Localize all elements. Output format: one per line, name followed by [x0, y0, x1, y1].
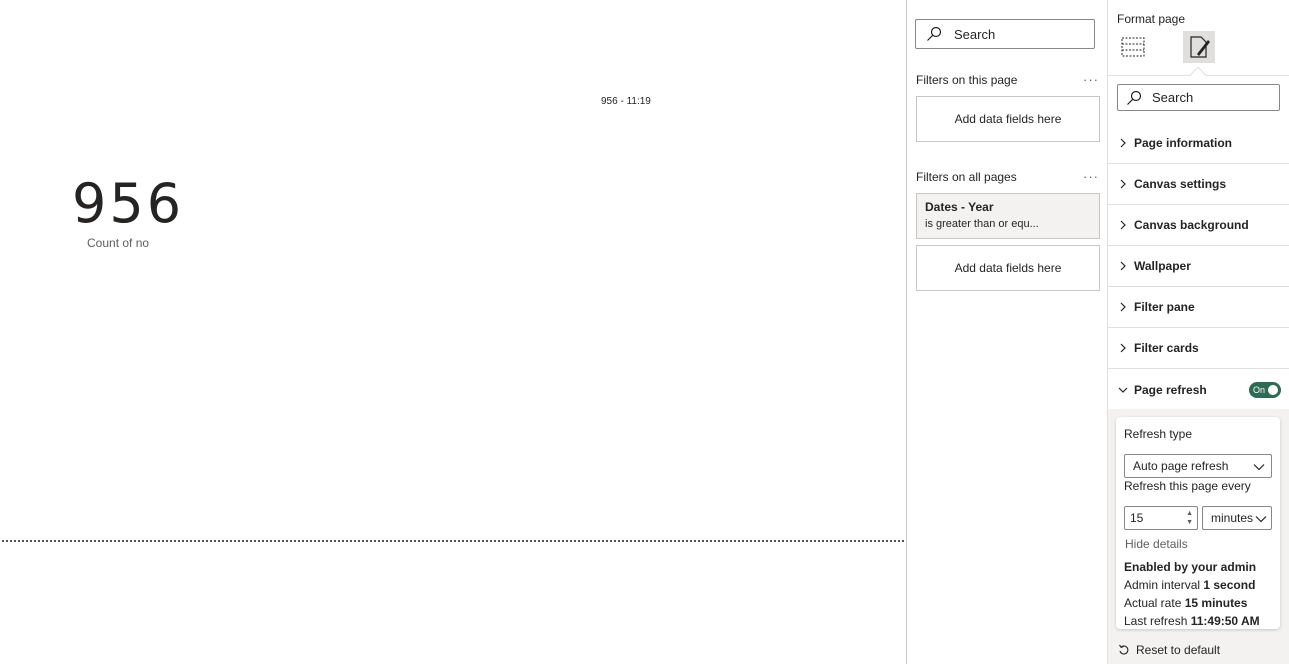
- admin-interval-label: Admin interval: [1124, 578, 1201, 592]
- tab-indicator: [1189, 66, 1207, 84]
- card-title: 956 - 11:19: [601, 96, 651, 107]
- refresh-unit-value: minutes: [1211, 511, 1254, 525]
- hide-details-link[interactable]: Hide details: [1125, 537, 1188, 551]
- section-label: Canvas settings: [1134, 177, 1227, 191]
- filters-search-placeholder: Search: [954, 26, 996, 42]
- refresh-type-value: Auto page refresh: [1133, 459, 1229, 473]
- section-wallpaper[interactable]: Wallpaper: [1108, 246, 1289, 287]
- kpi-card-value[interactable]: 956: [72, 172, 184, 236]
- actual-rate-row: Actual rate 15 minutes: [1124, 596, 1247, 610]
- refresh-interval-stepper[interactable]: 15 ▲ ▼: [1124, 506, 1198, 530]
- refresh-interval-value: 15: [1130, 511, 1144, 525]
- add-fields-label: Add data fields here: [954, 261, 1062, 275]
- chevron-right-icon: [1120, 179, 1126, 189]
- filters-pane: Search Filters on this page ··· Add data…: [906, 0, 1107, 664]
- page-format-icon: [1190, 36, 1210, 58]
- chevron-right-icon: [1120, 343, 1126, 353]
- section-label: Page refresh: [1134, 382, 1207, 397]
- enabled-by-admin-text: Enabled by your admin: [1124, 560, 1257, 574]
- chevron-right-icon: [1120, 220, 1126, 230]
- chevron-down-icon: [1253, 464, 1265, 471]
- section-page-refresh[interactable]: Page refresh On: [1108, 369, 1289, 410]
- format-search-placeholder: Search: [1152, 90, 1194, 105]
- section-label: Filter pane: [1134, 300, 1195, 314]
- section-label: Canvas background: [1134, 218, 1249, 232]
- page-refresh-card: Refresh type Auto page refresh Refresh t…: [1116, 417, 1280, 629]
- chevron-right-icon: [1120, 138, 1126, 148]
- toggle-knob: [1268, 385, 1278, 395]
- refresh-type-dropdown[interactable]: Auto page refresh: [1124, 454, 1272, 478]
- section-canvas-background[interactable]: Canvas background: [1108, 205, 1289, 246]
- format-pane: Format page Search Page information Canv…: [1107, 0, 1289, 664]
- actual-rate-value: 15 minutes: [1184, 596, 1248, 610]
- filter-card-title: Dates - Year: [925, 200, 994, 214]
- last-refresh-label: Last refresh: [1124, 614, 1188, 628]
- admin-interval-value: 1 second: [1203, 578, 1256, 592]
- more-options-icon[interactable]: ···: [1083, 72, 1099, 87]
- section-label: Wallpaper: [1134, 259, 1191, 273]
- reset-icon: [1119, 644, 1129, 655]
- refresh-interval-label: Refresh this page every: [1124, 479, 1251, 493]
- chevron-down-icon: [1118, 387, 1128, 393]
- chevron-down-icon: [1255, 513, 1267, 525]
- chevron-right-icon: [1120, 261, 1126, 271]
- page-format-tab[interactable]: [1183, 31, 1215, 63]
- visual-format-tab[interactable]: [1117, 31, 1149, 63]
- kpi-card-label: Count of no: [87, 236, 150, 250]
- section-canvas-settings[interactable]: Canvas settings: [1108, 164, 1289, 205]
- filter-card-summary: is greater than or equ...: [925, 218, 1039, 230]
- page-refresh-toggle[interactable]: On: [1249, 382, 1281, 398]
- filter-card-dates-year[interactable]: Dates - Year is greater than or equ...: [916, 193, 1100, 239]
- add-fields-well-this-page[interactable]: Add data fields here: [916, 96, 1100, 142]
- report-canvas[interactable]: 956 - 11:19 956 Count of no: [0, 0, 906, 664]
- refresh-type-label: Refresh type: [1124, 427, 1193, 441]
- search-icon: [1127, 90, 1142, 105]
- filters-all-pages-heading: Filters on all pages: [916, 170, 1017, 184]
- section-filter-pane[interactable]: Filter pane: [1108, 287, 1289, 328]
- section-page-information[interactable]: Page information: [1108, 123, 1289, 164]
- page-refresh-expanded: Refresh type Auto page refresh Refresh t…: [1108, 409, 1289, 664]
- format-pane-title: Format page: [1117, 12, 1186, 26]
- more-options-icon[interactable]: ···: [1083, 169, 1099, 184]
- last-refresh-value: 11:49:50 AM: [1190, 614, 1260, 628]
- page-boundary-line: [2, 540, 904, 542]
- section-filter-cards[interactable]: Filter cards: [1108, 328, 1289, 369]
- stepper-arrows-icon[interactable]: ▲ ▼: [1186, 509, 1193, 527]
- add-fields-label: Add data fields here: [954, 112, 1062, 126]
- filters-this-page-heading: Filters on this page: [916, 73, 1018, 87]
- add-fields-well-all-pages[interactable]: Add data fields here: [916, 245, 1100, 291]
- section-label: Filter cards: [1134, 341, 1199, 355]
- last-refresh-row: Last refresh 11:49:50 AM: [1124, 614, 1260, 628]
- actual-rate-label: Actual rate: [1124, 596, 1182, 610]
- section-label: Page information: [1134, 136, 1233, 150]
- toggle-label: On: [1253, 385, 1266, 395]
- reset-to-default-button[interactable]: Reset to default: [1118, 643, 1220, 657]
- filters-search-input[interactable]: Search: [915, 19, 1095, 49]
- chevron-right-icon: [1120, 302, 1126, 312]
- search-icon: [927, 26, 942, 41]
- reset-label: Reset to default: [1136, 643, 1221, 657]
- admin-interval-row: Admin interval 1 second: [1124, 578, 1255, 592]
- format-search-input[interactable]: Search: [1117, 84, 1280, 111]
- refresh-unit-dropdown[interactable]: minutes: [1202, 506, 1272, 530]
- visual-format-icon: [1121, 37, 1145, 57]
